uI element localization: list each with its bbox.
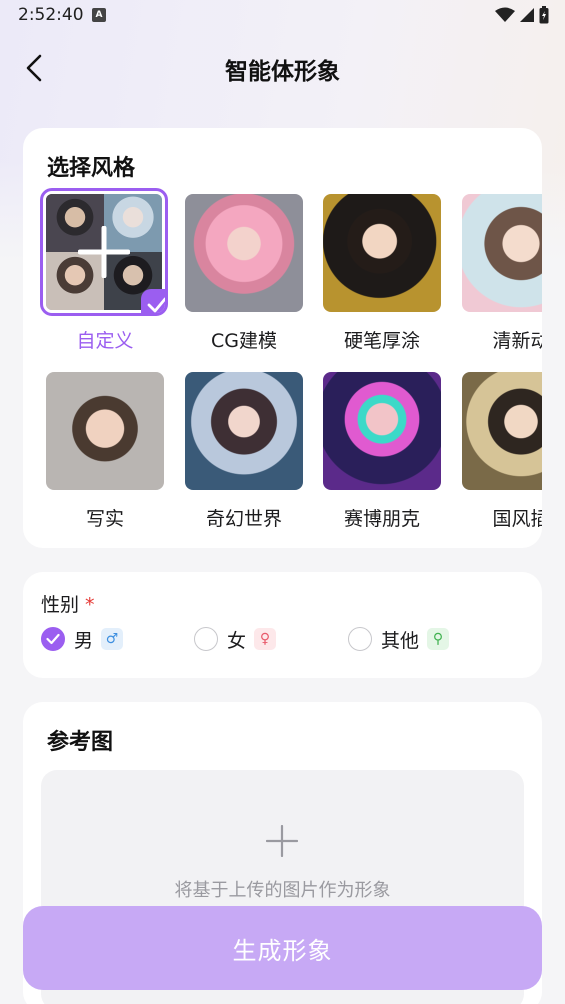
status-bar: 2:52:40 A [0, 0, 565, 32]
style-item-cyberpunk[interactable]: 赛博朋克 [323, 372, 441, 542]
female-icon: ♀ [254, 628, 277, 650]
gender-option-female[interactable]: 女 ♀ [194, 626, 277, 652]
upload-hint: 将基于上传的图片作为形象 [174, 880, 391, 901]
reference-section-title: 参考图 [47, 730, 114, 755]
fresh-anime-image [462, 194, 542, 312]
style-thumb [323, 372, 441, 490]
notification-icon: A [92, 8, 106, 22]
gender-option-label: 其他 [381, 629, 420, 652]
radio-button-checked[interactable] [41, 627, 65, 651]
fantasy-image [185, 372, 303, 490]
selected-check-badge [141, 289, 165, 313]
status-time: 2:52:40 [18, 5, 84, 25]
realistic-image [46, 372, 164, 490]
radio-button[interactable] [348, 627, 372, 651]
style-item-realistic[interactable]: 写实 [46, 372, 164, 542]
style-item-thick-paint[interactable]: 硬笔厚涂 [323, 194, 441, 364]
style-thumb [185, 194, 303, 312]
generate-button[interactable]: 生成形象 [23, 906, 542, 990]
style-label: 国风插 [492, 508, 542, 530]
page-title: 智能体形象 [225, 59, 340, 85]
gender-card: 性别 * 男 ♂ 女 ♀ 其他 ⚲ [23, 572, 542, 678]
gender-label-text: 性别 [41, 594, 80, 616]
radio-button[interactable] [194, 627, 218, 651]
style-thumb [185, 372, 303, 490]
style-item-fresh-anime[interactable]: 清新动 [462, 194, 542, 364]
style-thumb [462, 194, 542, 312]
style-thumb [462, 372, 542, 490]
style-thumb [323, 194, 441, 312]
gender-option-label: 女 [227, 629, 247, 652]
status-icons [495, 6, 549, 24]
style-thumb [40, 188, 168, 316]
gender-label: 性别 * [41, 590, 95, 617]
gender-option-male[interactable]: 男 ♂ [41, 626, 124, 652]
style-label: CG建模 [211, 330, 277, 352]
style-item-cg[interactable]: CG建模 [185, 194, 303, 364]
style-section-title: 选择风格 [47, 156, 136, 181]
other-gender-icon: ⚲ [427, 628, 450, 650]
style-card: 选择风格 自定义 CG建模 硬笔厚涂 清新动 写实 奇幻世界 赛博朋克 国风插 [23, 128, 542, 548]
required-mark: * [85, 594, 95, 616]
style-item-guofeng[interactable]: 国风插 [462, 372, 542, 542]
plus-icon [78, 226, 130, 278]
thick-paint-image [323, 194, 441, 312]
style-item-custom[interactable]: 自定义 [40, 188, 168, 364]
guofeng-image [462, 372, 542, 490]
cyberpunk-image [323, 372, 441, 490]
style-label: 清新动 [492, 330, 542, 352]
style-label: 奇幻世界 [205, 508, 282, 530]
style-label: 自定义 [76, 330, 134, 352]
style-label: 写实 [85, 508, 124, 530]
style-item-fantasy[interactable]: 奇幻世界 [185, 372, 303, 542]
signal-icon [520, 8, 534, 22]
style-label: 硬笔厚涂 [343, 330, 420, 352]
style-thumb [46, 372, 164, 490]
gender-option-label: 男 [74, 629, 94, 652]
style-label: 赛博朋克 [343, 508, 420, 530]
check-icon [147, 297, 165, 313]
wifi-icon [495, 7, 515, 22]
battery-icon [539, 6, 549, 24]
plus-icon [266, 825, 298, 857]
male-icon: ♂ [101, 628, 124, 650]
cg-model-image [185, 194, 303, 312]
gender-option-other[interactable]: 其他 ⚲ [348, 626, 450, 652]
check-icon [46, 633, 60, 645]
header: 智能体形象 [0, 40, 565, 96]
